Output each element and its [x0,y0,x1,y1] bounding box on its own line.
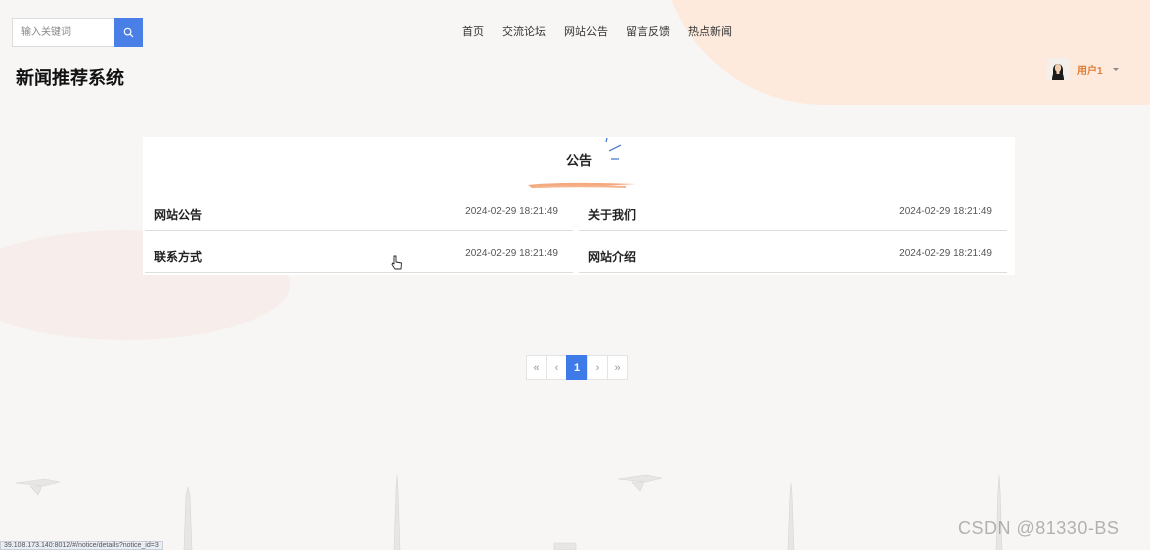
pagination-next[interactable]: › [587,355,608,380]
user-menu[interactable]: 用户1 [1047,58,1119,80]
brush-stroke-decoration [528,182,636,188]
nav-forum[interactable]: 交流论坛 [502,23,546,39]
sparkle-icon [605,137,622,160]
notice-title[interactable]: 网站介绍 [588,248,636,265]
browser-status-url: 39.108.173.140:8012/#/notice/details?not… [0,541,163,550]
site-title: 新闻推荐系统 [16,68,124,88]
nav-hot-news[interactable]: 热点新闻 [688,23,732,39]
search-box [12,18,143,47]
search-input[interactable] [12,18,114,47]
avatar [1047,58,1069,80]
watermark: CSDN @81330-BS [958,518,1120,538]
main-nav: 首页 交流论坛 网站公告 留言反馈 热点新闻 [462,23,732,39]
notice-time: 2024-02-29 18:21:49 [899,206,992,217]
notice-title[interactable]: 网站公告 [154,206,202,223]
nav-feedback[interactable]: 留言反馈 [626,23,670,39]
user-name[interactable]: 用户1 [1077,62,1103,77]
notice-time: 2024-02-29 18:21:49 [899,248,992,259]
notice-item[interactable]: 网站公告 2024-02-29 18:21:49 [145,195,573,231]
notice-item[interactable]: 联系方式 2024-02-29 18:21:49 [145,237,573,273]
pagination: « ‹ 1 › » [526,355,628,380]
notice-time: 2024-02-29 18:21:49 [465,206,558,217]
search-button[interactable] [114,18,143,47]
notice-panel: 公告 网站公告 2024-02-29 18:21:49 关于我们 2024-02… [143,137,1015,275]
pagination-prev[interactable]: ‹ [546,355,567,380]
chevron-down-icon[interactable] [1112,67,1119,71]
nav-notice[interactable]: 网站公告 [564,23,608,39]
pagination-last[interactable]: » [607,355,628,380]
pagination-page[interactable]: 1 [566,355,588,380]
panel-title: 公告 [565,153,592,168]
notice-title[interactable]: 联系方式 [154,248,202,265]
notice-item[interactable]: 网站介绍 2024-02-29 18:21:49 [579,237,1007,273]
hand-cursor-icon [391,255,402,270]
page: 首页 交流论坛 网站公告 留言反馈 热点新闻 新闻推荐系统 用户1 公告 [0,0,1150,550]
notice-item[interactable]: 关于我们 2024-02-29 18:21:49 [579,195,1007,231]
notice-title[interactable]: 关于我们 [588,206,636,223]
notice-time: 2024-02-29 18:21:49 [465,248,558,259]
nav-home[interactable]: 首页 [462,23,484,39]
background-blob [660,0,1150,105]
search-icon [123,27,134,38]
pagination-first[interactable]: « [526,355,547,380]
